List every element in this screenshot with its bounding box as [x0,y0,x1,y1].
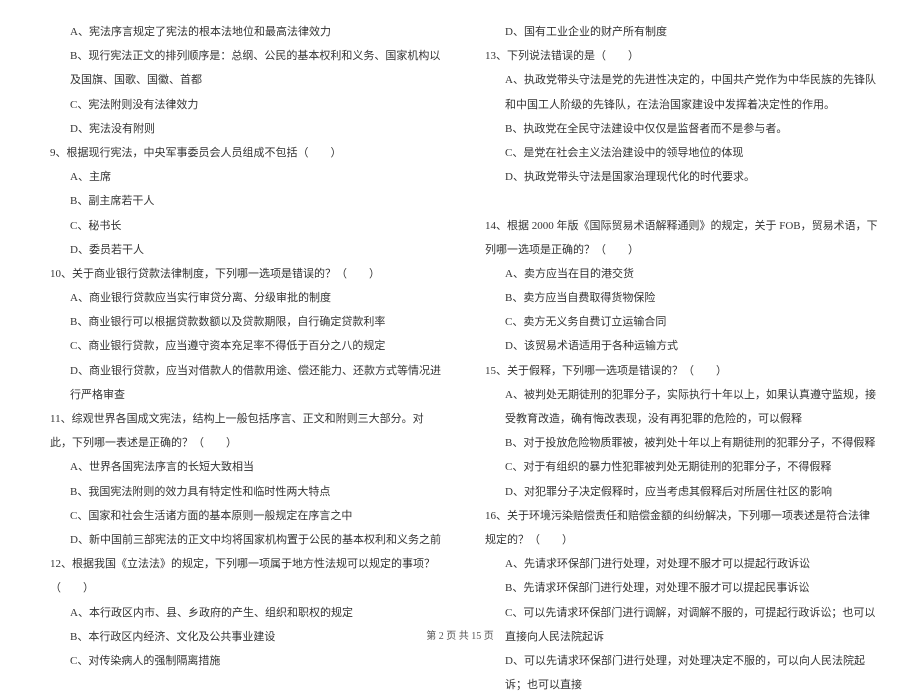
option-text: D、委员若干人 [40,238,445,262]
option-text: D、对犯罪分子决定假释时，应当考虑其假释后对所居住社区的影响 [475,480,880,504]
question-text: 11、综观世界各国成文宪法，结构上一般包括序言、正文和附则三大部分。对此，下列哪… [40,407,445,455]
option-text: C、国家和社会生活诸方面的基本原则一般规定在序言之中 [40,504,445,528]
question-text: 9、根据现行宪法，中央军事委员会人员组成不包括（ ） [40,141,445,165]
option-text: C、卖方无义务自费订立运输合同 [475,310,880,334]
option-text: A、执政党带头守法是党的先进性决定的，中国共产党作为中华民族的先锋队和中国工人阶… [475,68,880,116]
option-text: C、对于有组织的暴力性犯罪被判处无期徒刑的犯罪分子，不得假释 [475,455,880,479]
question-text: 10、关于商业银行贷款法律制度，下列哪一选项是错误的？（ ） [40,262,445,286]
option-text: C、商业银行贷款，应当遵守资本充足率不得低于百分之八的规定 [40,334,445,358]
option-text: D、宪法没有附则 [40,117,445,141]
question-text: 12、根据我国《立法法》的规定，下列哪一项属于地方性法规可以规定的事项？（ ） [40,552,445,600]
option-text: B、对于投放危险物质罪被，被判处十年以上有期徒刑的犯罪分子，不得假释 [475,431,880,455]
option-text: C、是党在社会主义法治建设中的领导地位的体现 [475,141,880,165]
option-text: B、商业银行可以根据贷款数额以及贷款期限，自行确定贷款利率 [40,310,445,334]
option-text: A、卖方应当在目的港交货 [475,262,880,286]
option-text: C、对传染病人的强制隔离措施 [40,649,445,673]
option-text: B、执政党在全民守法建设中仅仅是监督者而不是参与者。 [475,117,880,141]
right-column: D、国有工业企业的财产所有制度13、下列说法错误的是（ ）A、执政党带头守法是党… [475,20,880,610]
option-text: B、我国宪法附则的效力具有特定性和临时性两大特点 [40,480,445,504]
option-text: B、现行宪法正文的排列顺序是：总纲、公民的基本权利和义务、国家机构以及国旗、国歌… [40,44,445,92]
option-text: D、商业银行贷款，应当对借款人的借款用途、偿还能力、还款方式等情况进行严格审查 [40,359,445,407]
option-text: A、商业银行贷款应当实行审贷分离、分级审批的制度 [40,286,445,310]
option-text: A、宪法序言规定了宪法的根本法地位和最高法律效力 [40,20,445,44]
option-text: D、该贸易术语适用于各种运输方式 [475,334,880,358]
option-text: D、执政党带头守法是国家治理现代化的时代要求。 [475,165,880,189]
option-text: A、世界各国宪法序言的长短大致相当 [40,455,445,479]
option-text: C、宪法附则没有法律效力 [40,93,445,117]
question-text [475,189,880,213]
option-text: B、先请求环保部门进行处理，对处理不服才可以提起民事诉讼 [475,576,880,600]
option-text: A、先请求环保部门进行处理，对处理不服才可以提起行政诉讼 [475,552,880,576]
question-text: 16、关于环境污染赔偿责任和赔偿金额的纠纷解决，下列哪一项表述是符合法律规定的？… [475,504,880,552]
option-text: A、主席 [40,165,445,189]
option-text: D、可以先请求环保部门进行处理，对处理决定不服的，可以向人民法院起诉；也可以直接 [475,649,880,697]
option-text: D、新中国前三部宪法的正文中均将国家机构置于公民的基本权利和义务之前 [40,528,445,552]
question-text: 15、关于假释，下列哪一选项是错误的？（ ） [475,359,880,383]
page-container: A、宪法序言规定了宪法的根本法地位和最高法律效力B、现行宪法正文的排列顺序是：总… [40,20,880,610]
question-text: 13、下列说法错误的是（ ） [475,44,880,68]
option-text: A、本行政区内市、县、乡政府的产生、组织和职权的规定 [40,601,445,625]
option-text: C、秘书长 [40,214,445,238]
left-column: A、宪法序言规定了宪法的根本法地位和最高法律效力B、现行宪法正文的排列顺序是：总… [40,20,445,610]
option-text: B、卖方应当自费取得货物保险 [475,286,880,310]
page-footer: 第 2 页 共 15 页 [0,627,920,642]
option-text: B、副主席若干人 [40,189,445,213]
question-text: 14、根据 2000 年版《国际贸易术语解释通则》的规定，关于 FOB，贸易术语… [475,214,880,262]
option-text: D、国有工业企业的财产所有制度 [475,20,880,44]
option-text: A、被判处无期徒刑的犯罪分子，实际执行十年以上，如果认真遵守监规，接受教育改造，… [475,383,880,431]
